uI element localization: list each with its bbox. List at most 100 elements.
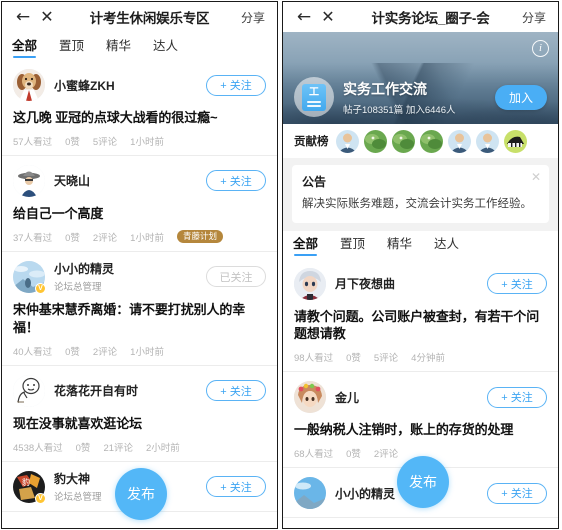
avatar[interactable]: 豹 V xyxy=(13,470,46,504)
post-time: 1小时前 xyxy=(130,136,164,148)
club-avatar[interactable]: 工 xyxy=(294,77,334,117)
post-item[interactable]: 金儿 + 关注 一般纳税人注销时，账上的存货的处理 68人看过 0赞 2评论 xyxy=(283,372,558,469)
like-count: 0赞 xyxy=(346,449,361,461)
post-item[interactable]: V 小小的精灵 论坛总管理 已关注 宋仲基宋慧乔离婚：请不要打扰别人的幸福！ 4… xyxy=(2,252,277,366)
back-arrow-icon[interactable]: ← xyxy=(293,8,315,26)
user-name: 天晓山 xyxy=(54,174,91,189)
follow-button[interactable]: 已关注 xyxy=(206,266,266,288)
avatar-hat-figure-icon xyxy=(13,164,45,197)
share-button[interactable]: 分享 xyxy=(241,9,267,26)
page-title: 计实务论坛_圈子-会 xyxy=(371,11,490,26)
avatar-anime-boy-icon xyxy=(294,267,326,300)
announcement-title: 公告 xyxy=(302,175,327,189)
post-header: V 小小的精灵 论坛总管理 已关注 xyxy=(13,260,266,294)
post-item[interactable]: 小蜜蜂ZKH + 关注 这几晚 亚冠的点球大战看的很过瘾~ 57人看过 0赞 5… xyxy=(2,60,277,156)
avatar[interactable] xyxy=(13,374,45,407)
join-button[interactable]: 加入 xyxy=(495,84,547,110)
svg-text:豹: 豹 xyxy=(22,477,30,487)
post-time: 1小时前 xyxy=(130,232,164,244)
avatar-flower-girl-icon xyxy=(294,381,326,414)
comment-count: 5评论 xyxy=(92,136,118,148)
left-phone-screen: ← ✕ 计考生休闲娱乐专区 分享 全部 置顶 精华 达人 小蜜蜂ZKH + 关注… xyxy=(1,1,278,529)
view-count: 68人看过 xyxy=(294,449,334,461)
post-tag-badge: 青藤计划 xyxy=(176,230,223,244)
contributor-board: 贡献榜 xyxy=(283,124,558,158)
back-arrow-icon[interactable]: ← xyxy=(12,8,34,26)
view-count: 98人看过 xyxy=(294,353,334,365)
follow-button[interactable]: + 关注 xyxy=(487,482,547,504)
user-name: 金儿 xyxy=(335,390,360,405)
avatar[interactable] xyxy=(13,69,45,101)
avatar[interactable] xyxy=(294,267,326,300)
follow-button[interactable]: + 关注 xyxy=(206,74,266,96)
post-title[interactable]: 宋仲基宋慧乔离婚：请不要打扰别人的幸福！ xyxy=(13,301,266,337)
post-title[interactable]: 这几晚 亚冠的点球大战看的很过瘾~ xyxy=(13,109,266,127)
contributor-avatar-suit-icon[interactable] xyxy=(335,129,359,153)
tab-all[interactable]: 全部 xyxy=(12,35,37,58)
contributor-avatar-suit-icon[interactable] xyxy=(447,129,471,153)
view-count: 37人看过 xyxy=(13,232,53,244)
post-title[interactable]: 现在没事就喜欢逛论坛 xyxy=(13,415,266,433)
close-icon[interactable]: ✕ xyxy=(36,9,58,25)
tab-all[interactable]: 全部 xyxy=(293,233,318,257)
like-count: 0赞 xyxy=(75,442,91,454)
post-user-info: 金儿 xyxy=(335,389,487,406)
left-tab-bar: 全部 置顶 精华 达人 xyxy=(2,32,277,60)
publish-fab-button[interactable]: 发布 xyxy=(397,456,449,508)
tab-featured[interactable]: 精华 xyxy=(387,233,412,256)
post-title[interactable]: 给自己一个高度 xyxy=(13,205,266,223)
avatar-sketch-face-icon xyxy=(13,374,45,407)
post-title[interactable]: 一般纳税人注销时，账上的存货的处理 xyxy=(294,421,547,439)
close-icon[interactable]: ✕ xyxy=(531,171,541,183)
post-user-info: 花落花开自有时 xyxy=(54,382,206,399)
contributor-avatar-leaf-icon[interactable] xyxy=(391,129,415,153)
post-time: 4分钟前 xyxy=(411,353,445,365)
tab-experts[interactable]: 达人 xyxy=(153,35,178,58)
follow-button[interactable]: + 关注 xyxy=(206,476,266,498)
screenshot-stage: ← ✕ 计考生休闲娱乐专区 分享 全部 置顶 精华 达人 小蜜蜂ZKH + 关注… xyxy=(0,0,562,530)
post-item[interactable]: 天晓山 + 关注 给自己一个高度 37人看过 0赞 2评论 1小时前 青藤计划 xyxy=(2,156,277,252)
verified-badge-icon: V xyxy=(35,492,46,504)
like-count: 0赞 xyxy=(65,136,80,148)
user-name: 小小的精灵 xyxy=(54,262,115,277)
post-meta: 40人看过 0赞 2评论 1小时前 xyxy=(13,344,266,358)
tab-experts[interactable]: 达人 xyxy=(434,233,459,256)
comment-count: 2评论 xyxy=(92,232,118,244)
info-icon[interactable]: i xyxy=(532,40,549,57)
post-time: 1小时前 xyxy=(130,346,164,358)
tab-featured[interactable]: 精华 xyxy=(106,35,131,58)
like-count: 0赞 xyxy=(65,346,80,358)
contributor-avatar-suit-icon[interactable] xyxy=(475,129,499,153)
contributor-avatar-piano-icon[interactable] xyxy=(503,129,527,153)
user-name: 小蜜蜂ZKH xyxy=(54,78,115,93)
announcement-card: 公告 解决实际账务难题，交流会计实务工作经验。 ✕ xyxy=(292,165,549,223)
tab-pinned[interactable]: 置顶 xyxy=(59,35,84,58)
comment-count: 21评论 xyxy=(103,442,134,454)
user-name: 花落花开自有时 xyxy=(54,384,139,399)
follow-button[interactable]: + 关注 xyxy=(206,380,266,402)
avatar[interactable] xyxy=(13,164,45,197)
club-banner: i 工 实务工作交流 帖子108351篇 加入6446人 加入 xyxy=(283,32,558,124)
announcement-body: 解决实际账务难题，交流会计实务工作经验。 xyxy=(302,198,532,210)
post-meta: 57人看过 0赞 5评论 1小时前 xyxy=(13,134,266,148)
announcement-section: 公告 解决实际账务难题，交流会计实务工作经验。 ✕ xyxy=(283,158,558,231)
avatar[interactable] xyxy=(294,381,326,414)
post-item[interactable]: 月下夜想曲 + 关注 请教个问题。公司账户被查封，有若干个问题想请教 98人看过… xyxy=(283,259,558,373)
close-icon[interactable]: ✕ xyxy=(317,9,339,25)
avatar[interactable]: V xyxy=(13,260,46,294)
post-item[interactable]: 花落花开自有时 + 关注 现在没事就喜欢逛论坛 4538人看过 0赞 21评论 … xyxy=(2,366,277,462)
post-title[interactable]: 请教个问题。公司账户被查封，有若干个问题想请教 xyxy=(294,308,547,344)
post-header: 月下夜想曲 + 关注 xyxy=(294,267,547,301)
doc-line xyxy=(307,105,321,107)
follow-button[interactable]: + 关注 xyxy=(206,170,266,192)
avatar[interactable] xyxy=(294,477,326,510)
follow-button[interactable]: + 关注 xyxy=(487,273,547,295)
follow-button[interactable]: + 关注 xyxy=(487,386,547,408)
post-user-info: 月下夜想曲 xyxy=(335,275,487,292)
share-button[interactable]: 分享 xyxy=(522,9,548,26)
publish-fab-button[interactable]: 发布 xyxy=(115,468,167,520)
contributor-avatar-leaf-icon[interactable] xyxy=(363,129,387,153)
contributor-avatar-leaf-icon[interactable] xyxy=(419,129,443,153)
right-tab-bar: 全部 置顶 精华 达人 xyxy=(283,230,558,259)
tab-pinned[interactable]: 置顶 xyxy=(340,233,365,256)
